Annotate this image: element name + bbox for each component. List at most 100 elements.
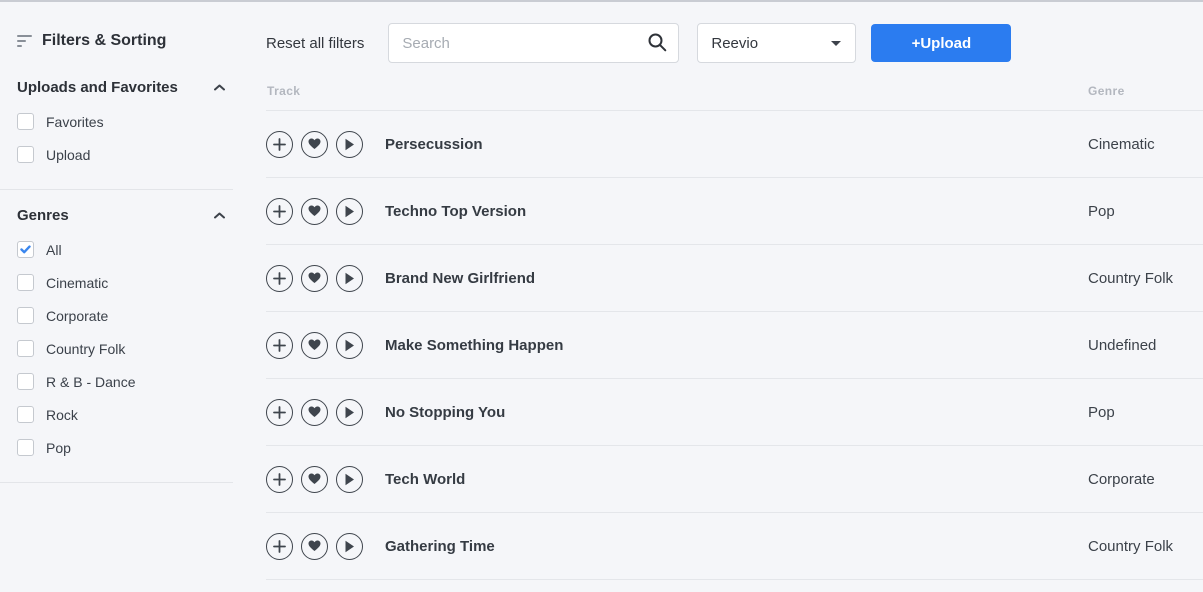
table-header: Track Genre — [266, 63, 1203, 111]
section-header-genres[interactable]: Genres — [17, 207, 237, 224]
checkbox[interactable] — [17, 274, 34, 291]
filter-checkbox-item[interactable]: All — [17, 233, 237, 266]
filter-checkbox-item[interactable]: R & B - Dance — [17, 365, 237, 398]
filter-checkbox-item[interactable]: Country Folk — [17, 332, 237, 365]
chevron-up-icon[interactable] — [214, 212, 225, 219]
plus-icon — [273, 205, 286, 218]
track-genre: Pop — [1088, 203, 1203, 220]
row-actions — [266, 198, 371, 225]
plus-icon — [273, 540, 286, 553]
play-button[interactable] — [336, 332, 363, 359]
sidebar-divider — [0, 482, 233, 483]
checkbox[interactable] — [17, 146, 34, 163]
filter-checkbox-item[interactable]: Corporate — [17, 299, 237, 332]
plus-icon — [273, 473, 286, 486]
row-actions — [266, 466, 371, 493]
checkbox[interactable] — [17, 340, 34, 357]
track-title: Persecussion — [385, 136, 1088, 153]
row-actions — [266, 399, 371, 426]
play-button[interactable] — [336, 265, 363, 292]
checkbox[interactable] — [17, 241, 34, 258]
add-to-project-button[interactable] — [266, 131, 293, 158]
heart-icon — [308, 205, 321, 217]
row-actions — [266, 332, 371, 359]
favorite-button[interactable] — [301, 198, 328, 225]
section-uploads-and-favorites: Uploads and Favorites Favorites Upload — [17, 79, 237, 171]
table-row: Make Something Happen Undefined — [266, 312, 1203, 379]
add-to-project-button[interactable] — [266, 533, 293, 560]
section-header-uploads[interactable]: Uploads and Favorites — [17, 79, 237, 96]
filter-checkbox-item[interactable]: Pop — [17, 431, 237, 464]
track-title: Make Something Happen — [385, 337, 1088, 354]
uploads-filter-list: Favorites Upload — [17, 105, 237, 171]
favorite-button[interactable] — [301, 265, 328, 292]
filter-checkbox-item[interactable]: Rock — [17, 398, 237, 431]
add-to-project-button[interactable] — [266, 198, 293, 225]
play-button[interactable] — [336, 399, 363, 426]
filter-label: Favorites — [46, 114, 104, 130]
favorite-button[interactable] — [301, 332, 328, 359]
checkbox[interactable] — [17, 406, 34, 423]
play-icon — [344, 339, 355, 352]
heart-icon — [308, 473, 321, 485]
table-row: Brand New Girlfriend Country Folk — [266, 245, 1203, 312]
filter-checkbox-item[interactable]: Cinematic — [17, 266, 237, 299]
checkbox[interactable] — [17, 307, 34, 324]
plus-icon — [273, 406, 286, 419]
section-genres: Genres All Cinematic Corporate Country F… — [17, 207, 237, 464]
track-title: Gathering Time — [385, 538, 1088, 555]
heart-icon — [308, 138, 321, 150]
upload-button[interactable]: +Upload — [871, 24, 1011, 62]
track-genre: Undefined — [1088, 337, 1203, 354]
genres-filter-list: All Cinematic Corporate Country Folk R &… — [17, 233, 237, 464]
reset-all-filters-link[interactable]: Reset all filters — [266, 35, 364, 52]
column-header-genre: Genre — [1088, 84, 1203, 98]
favorite-button[interactable] — [301, 131, 328, 158]
filter-label: R & B - Dance — [46, 374, 135, 390]
play-icon — [344, 406, 355, 419]
track-title: Techno Top Version — [385, 203, 1088, 220]
add-to-project-button[interactable] — [266, 332, 293, 359]
play-button[interactable] — [336, 466, 363, 493]
column-header-track: Track — [267, 84, 1088, 98]
add-to-project-button[interactable] — [266, 399, 293, 426]
filters-sidebar: Filters & Sorting Uploads and Favorites … — [0, 2, 237, 592]
filter-label: Pop — [46, 440, 71, 456]
source-dropdown[interactable]: Reevio — [697, 23, 856, 63]
track-genre: Country Folk — [1088, 538, 1203, 555]
add-to-project-button[interactable] — [266, 466, 293, 493]
play-icon — [344, 272, 355, 285]
favorite-button[interactable] — [301, 466, 328, 493]
table-row: Persecussion Cinematic — [266, 111, 1203, 178]
row-actions — [266, 265, 371, 292]
chevron-up-icon[interactable] — [214, 84, 225, 91]
page: Filters & Sorting Uploads and Favorites … — [0, 0, 1203, 592]
search-icon[interactable] — [648, 33, 667, 52]
plus-icon — [273, 339, 286, 352]
search-input[interactable] — [388, 23, 679, 63]
favorite-button[interactable] — [301, 399, 328, 426]
search-box — [388, 23, 679, 63]
filter-sort-icon — [17, 35, 33, 47]
play-button[interactable] — [336, 533, 363, 560]
checkbox[interactable] — [17, 439, 34, 456]
section-title: Genres — [17, 207, 69, 224]
favorite-button[interactable] — [301, 533, 328, 560]
play-button[interactable] — [336, 198, 363, 225]
heart-icon — [308, 406, 321, 418]
filter-label: Upload — [46, 147, 90, 163]
track-genre: Pop — [1088, 404, 1203, 421]
check-icon — [20, 245, 31, 254]
filter-checkbox-item[interactable]: Favorites — [17, 105, 237, 138]
checkbox[interactable] — [17, 373, 34, 390]
track-genre: Corporate — [1088, 471, 1203, 488]
filter-checkbox-item[interactable]: Upload — [17, 138, 237, 171]
filter-label: Corporate — [46, 308, 108, 324]
track-title: No Stopping You — [385, 404, 1088, 421]
checkbox[interactable] — [17, 113, 34, 130]
track-genre: Cinematic — [1088, 136, 1203, 153]
track-title: Tech World — [385, 471, 1088, 488]
play-button[interactable] — [336, 131, 363, 158]
plus-icon — [273, 138, 286, 151]
add-to-project-button[interactable] — [266, 265, 293, 292]
